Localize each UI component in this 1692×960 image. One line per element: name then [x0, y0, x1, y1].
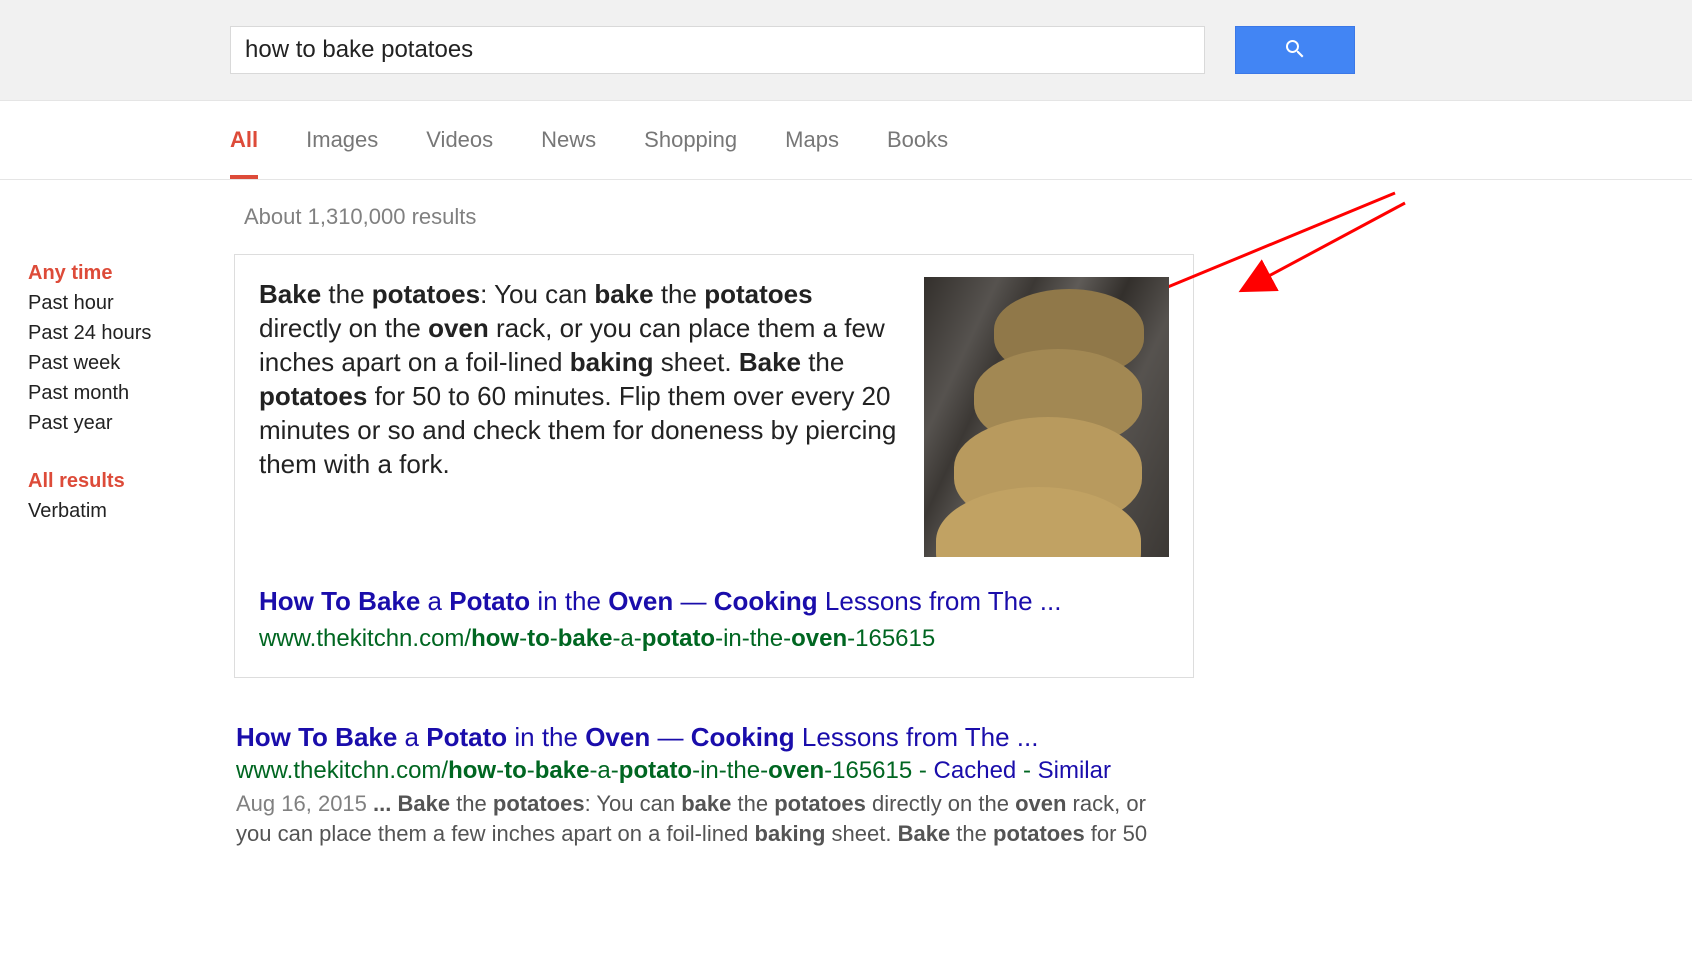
results-filter-all[interactable]: All results [28, 466, 230, 496]
search-input[interactable] [230, 26, 1205, 74]
featured-snippet-image[interactable] [924, 277, 1169, 557]
featured-snippet-box: Bake the potatoes: You can bake the pota… [234, 254, 1194, 678]
organic-result-title[interactable]: How To Bake a Potato in the Oven — Cooki… [236, 722, 1186, 753]
tab-images[interactable]: Images [306, 101, 378, 179]
organic-result-snippet: Aug 16, 2015 ... Bake the potatoes: You … [236, 789, 1186, 847]
search-button[interactable] [1235, 26, 1355, 74]
time-filter-past-hour[interactable]: Past hour [28, 288, 230, 318]
time-filter-past-year[interactable]: Past year [28, 408, 230, 438]
results-filter-verbatim[interactable]: Verbatim [28, 496, 230, 526]
search-header [0, 0, 1692, 101]
organic-result-cite: www.thekitchn.com/how-to-bake-a-potato-i… [236, 757, 1186, 785]
time-filter-past-month[interactable]: Past month [28, 378, 230, 408]
time-filter-past-week[interactable]: Past week [28, 348, 230, 378]
time-filter-any[interactable]: Any time [28, 258, 230, 288]
search-icon [1283, 37, 1307, 64]
separator: - [1016, 757, 1037, 784]
tab-shopping[interactable]: Shopping [644, 101, 737, 179]
result-stats: About 1,310,000 results [244, 204, 1430, 230]
separator: - [912, 757, 933, 784]
tab-news[interactable]: News [541, 101, 596, 179]
featured-snippet-text: Bake the potatoes: You can bake the pota… [259, 277, 900, 557]
search-tools-sidebar: Any time Past hourPast 24 hoursPast week… [0, 180, 230, 847]
similar-link[interactable]: Similar [1038, 757, 1111, 784]
tab-videos[interactable]: Videos [426, 101, 493, 179]
tab-books[interactable]: Books [887, 101, 948, 179]
tab-maps[interactable]: Maps [785, 101, 839, 179]
results-filter-group: All results Verbatim [28, 466, 230, 526]
search-tabs-bar: All Images Videos News Shopping Maps Books [0, 101, 1692, 180]
featured-result-cite: www.thekitchn.com/how-to-bake-a-potato-i… [259, 623, 1169, 655]
cached-link[interactable]: Cached [934, 757, 1017, 784]
tab-all[interactable]: All [230, 101, 258, 179]
organic-result: How To Bake a Potato in the Oven — Cooki… [236, 722, 1186, 847]
featured-result-title[interactable]: How To Bake a Potato in the Oven — Cooki… [259, 585, 1169, 617]
time-filter-past-24-hours[interactable]: Past 24 hours [28, 318, 230, 348]
time-filter-group: Any time Past hourPast 24 hoursPast week… [28, 258, 230, 438]
